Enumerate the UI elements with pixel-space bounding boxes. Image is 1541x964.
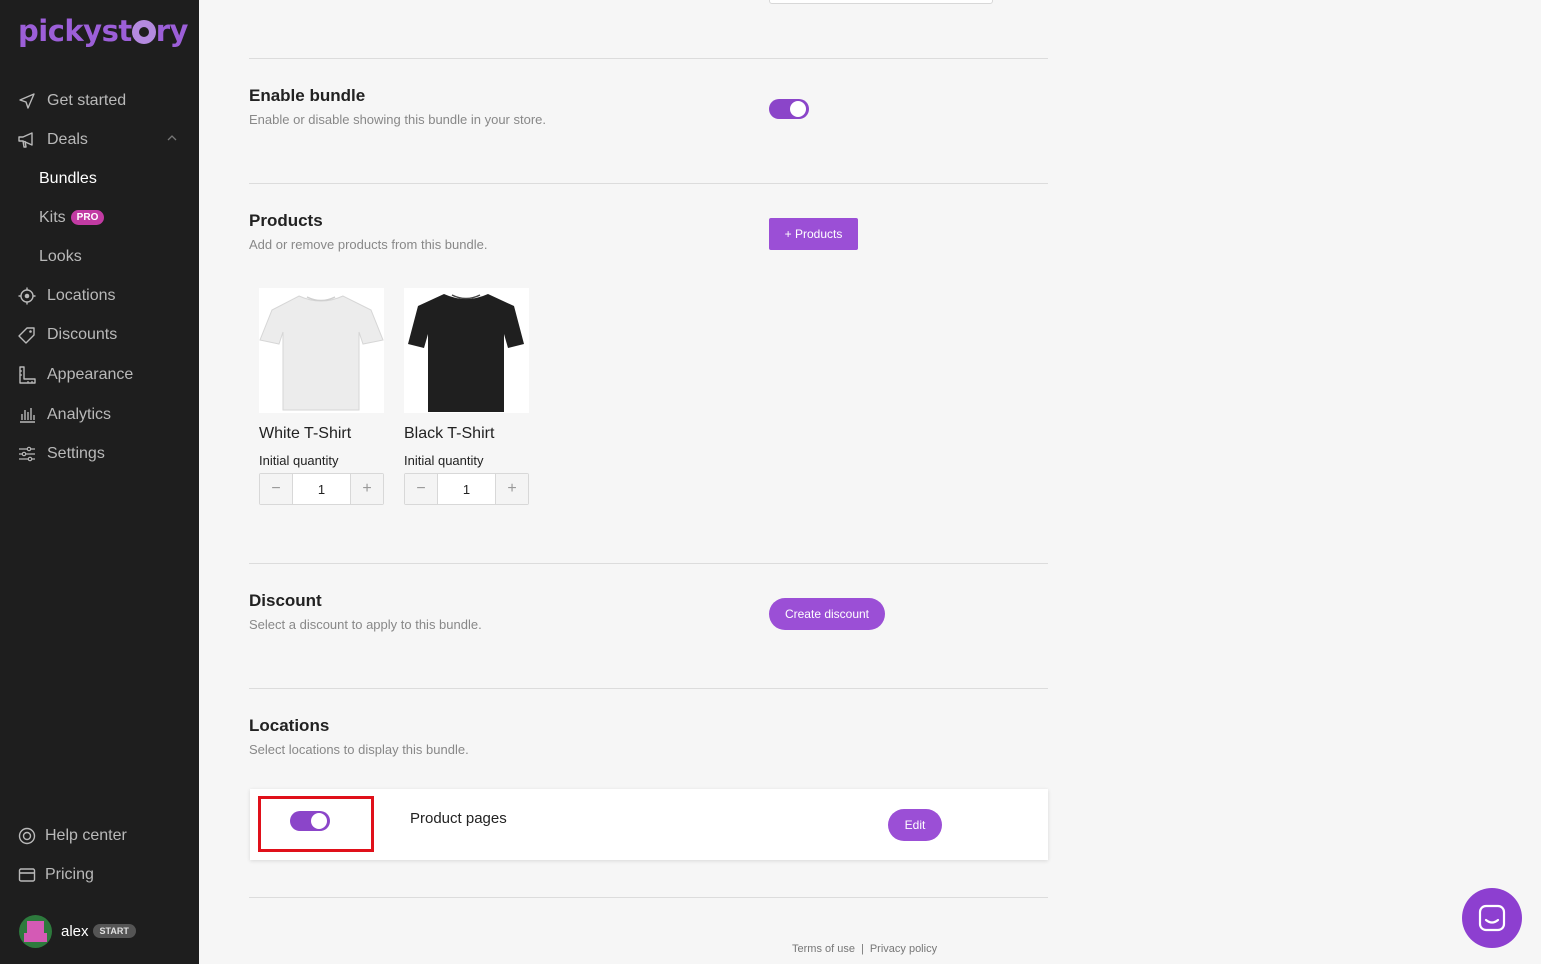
send-icon: [17, 91, 37, 111]
privacy-policy-link[interactable]: Privacy policy: [870, 943, 937, 955]
footer-separator: |: [860, 943, 864, 955]
pickystory-logo[interactable]: pickyst ry: [18, 14, 188, 48]
sidebar-item-label: Help center: [45, 827, 127, 844]
sidebar-item-kits[interactable]: Kits PRO: [0, 203, 199, 233]
increment-button[interactable]: +: [496, 474, 528, 504]
sidebar-item-label: Get started: [47, 92, 127, 109]
products-title: Products: [249, 211, 323, 230]
create-discount-button[interactable]: Create discount: [769, 598, 885, 630]
products-description: Add or remove products from this bundle.: [249, 237, 488, 252]
plan-badge: START: [92, 924, 136, 938]
enable-bundle-description: Enable or disable showing this bundle in…: [249, 112, 547, 127]
enable-bundle-toggle[interactable]: [769, 99, 809, 119]
ruler-icon: [17, 365, 37, 385]
quantity-stepper: − 1 +: [259, 473, 384, 505]
pro-badge: PRO: [70, 210, 105, 225]
chevron-up-icon[interactable]: [167, 133, 177, 143]
product-card: Black T-Shirt Initial quantity − 1 +: [404, 288, 529, 505]
sidebar-item-label: Appearance: [47, 366, 134, 383]
sidebar-item-pricing[interactable]: Pricing: [0, 860, 199, 890]
chat-icon: [1478, 904, 1506, 932]
decrement-button[interactable]: −: [405, 474, 437, 504]
sidebar-item-settings[interactable]: Settings: [0, 439, 199, 469]
user-profile[interactable]: alex START: [19, 914, 136, 948]
product-name: Black T-Shirt: [404, 425, 495, 442]
add-products-button[interactable]: + Products: [769, 218, 858, 250]
sidebar-item-label: Bundles: [39, 170, 97, 187]
white-tshirt-image: [259, 288, 384, 413]
sidebar: pickyst ry Get started Deals Bundles Kits…: [0, 0, 199, 964]
sidebar-item-label: Discounts: [47, 326, 118, 343]
divider: [249, 183, 1048, 184]
sidebar-item-label: Looks: [39, 248, 82, 265]
quantity-stepper: − 1 +: [404, 473, 529, 505]
locations-title: Locations: [249, 716, 330, 735]
sidebar-item-label: Locations: [47, 287, 116, 304]
initial-quantity-label: Initial quantity: [259, 453, 339, 468]
product-card: White T-Shirt Initial quantity − 1 +: [259, 288, 384, 505]
credit-card-icon: [17, 865, 37, 885]
black-tshirt-image: [404, 288, 529, 413]
quantity-value[interactable]: 1: [437, 474, 496, 504]
discount-title: Discount: [249, 591, 322, 610]
divider: [249, 58, 1048, 59]
increment-button[interactable]: +: [351, 474, 383, 504]
product-pages-toggle[interactable]: [290, 811, 330, 831]
megaphone-icon: [17, 130, 37, 150]
discount-description: Select a discount to apply to this bundl…: [249, 617, 482, 632]
tag-icon: [17, 325, 37, 345]
quantity-value[interactable]: 1: [292, 474, 351, 504]
sidebar-item-locations[interactable]: Locations: [0, 281, 199, 311]
sidebar-item-label: Analytics: [47, 406, 112, 423]
locations-description: Select locations to display this bundle.: [249, 742, 469, 757]
text-input-partial[interactable]: [769, 0, 993, 4]
sidebar-item-get-started[interactable]: Get started: [0, 86, 199, 116]
sidebar-item-appearance[interactable]: Appearance: [0, 360, 199, 390]
terms-of-use-link[interactable]: Terms of use: [792, 943, 855, 955]
initial-quantity-label: Initial quantity: [404, 453, 484, 468]
divider: [249, 897, 1048, 898]
location-card-product-pages: Product pages Edit: [250, 789, 1048, 860]
lifebuoy-icon: [17, 826, 37, 846]
chat-launcher-button[interactable]: [1462, 888, 1522, 948]
divider: [249, 688, 1048, 689]
sidebar-item-label: Pricing: [45, 866, 94, 883]
sidebar-item-bundles[interactable]: Bundles: [0, 164, 199, 194]
sidebar-item-looks[interactable]: Looks: [0, 242, 199, 272]
sidebar-item-label: Kits: [39, 209, 66, 226]
sidebar-item-deals[interactable]: Deals: [0, 125, 199, 155]
bar-chart-icon: [17, 405, 37, 425]
enable-bundle-title: Enable bundle: [249, 86, 366, 105]
main-content: Enable bundle Enable or disable showing …: [199, 0, 1541, 964]
footer-links: Terms of use | Privacy policy: [792, 943, 937, 955]
decrement-button[interactable]: −: [260, 474, 292, 504]
user-name: alex: [61, 922, 89, 940]
sidebar-item-label: Settings: [47, 445, 105, 462]
toggle-knob: [311, 813, 327, 829]
divider: [249, 563, 1048, 564]
sidebar-item-label: Deals: [47, 131, 88, 148]
sidebar-item-discounts[interactable]: Discounts: [0, 320, 199, 350]
toggle-knob: [790, 101, 806, 117]
sidebar-item-help-center[interactable]: Help center: [0, 821, 199, 851]
location-name: Product pages: [410, 810, 507, 827]
target-icon: [17, 286, 37, 306]
sidebar-item-analytics[interactable]: Analytics: [0, 400, 199, 430]
sliders-icon: [17, 444, 37, 464]
product-name: White T-Shirt: [259, 425, 352, 442]
edit-location-button[interactable]: Edit: [888, 809, 942, 841]
avatar: [19, 914, 52, 948]
